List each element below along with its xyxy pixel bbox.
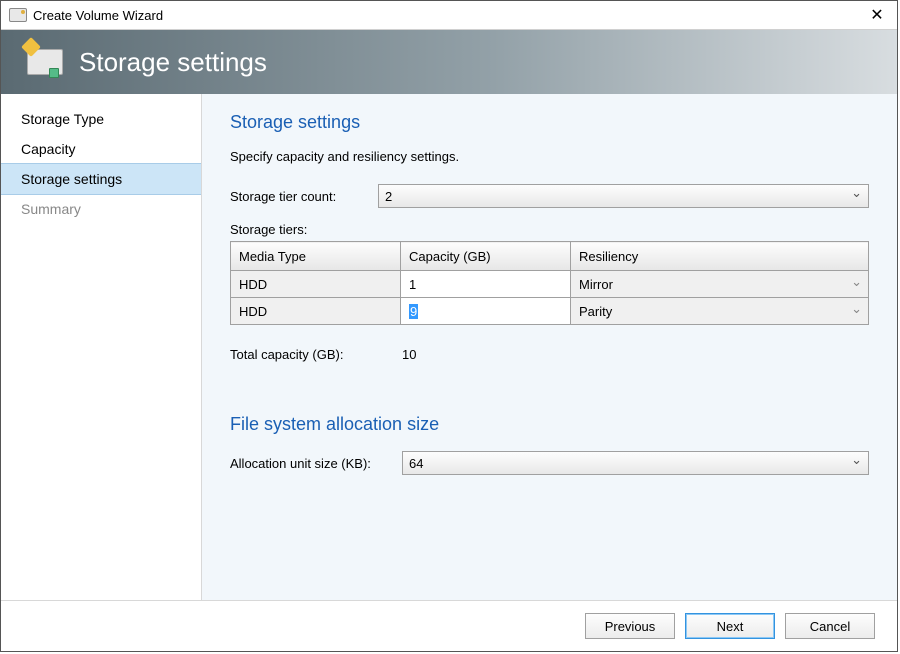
tier-count-label: Storage tier count: — [230, 189, 378, 204]
total-capacity-value: 10 — [402, 347, 416, 362]
titlebar: Create Volume Wizard ✕ — [1, 1, 897, 30]
tier0-capacity-input[interactable] — [401, 271, 570, 297]
app-icon — [9, 8, 27, 22]
tier-row-1: HDD 9 Parity — [231, 298, 869, 325]
storage-tiers-table: Media Type Capacity (GB) Resiliency HDD … — [230, 241, 869, 325]
allocation-unit-select[interactable]: 64 — [402, 451, 869, 475]
main-panel: Storage settings Specify capacity and re… — [202, 94, 897, 600]
cancel-button[interactable]: Cancel — [785, 613, 875, 639]
section-subtitle: Specify capacity and resiliency settings… — [230, 149, 869, 164]
section-heading-storage: Storage settings — [230, 112, 869, 133]
wizard-steps-sidebar: Storage Type Capacity Storage settings S… — [1, 94, 202, 600]
tier0-media: HDD — [231, 271, 401, 298]
tier0-capacity-cell[interactable] — [401, 271, 571, 298]
tier-count-select[interactable]: 2 — [378, 184, 869, 208]
step-storage-type[interactable]: Storage Type — [1, 104, 201, 134]
col-media-type: Media Type — [231, 242, 401, 271]
tier1-capacity-input[interactable]: 9 — [409, 304, 418, 319]
wizard-footer: Previous Next Cancel — [1, 600, 897, 651]
col-resiliency: Resiliency — [571, 242, 869, 271]
col-capacity: Capacity (GB) — [401, 242, 571, 271]
allocation-unit-value: 64 — [409, 456, 423, 471]
banner: Storage settings — [1, 30, 897, 94]
step-capacity[interactable]: Capacity — [1, 134, 201, 164]
tier0-resiliency-select[interactable]: Mirror — [571, 271, 869, 298]
tier-row-0: HDD Mirror — [231, 271, 869, 298]
previous-button[interactable]: Previous — [585, 613, 675, 639]
next-button[interactable]: Next — [685, 613, 775, 639]
close-icon[interactable]: ✕ — [865, 5, 889, 25]
step-summary[interactable]: Summary — [1, 194, 201, 224]
table-header-row: Media Type Capacity (GB) Resiliency — [231, 242, 869, 271]
tier1-media: HDD — [231, 298, 401, 325]
total-capacity-label: Total capacity (GB): — [230, 347, 378, 362]
tiers-label: Storage tiers: — [230, 222, 869, 237]
tier-count-value: 2 — [385, 189, 392, 204]
window-title: Create Volume Wizard — [33, 8, 865, 23]
banner-title: Storage settings — [79, 47, 267, 78]
step-storage-settings[interactable]: Storage settings — [1, 163, 201, 195]
tier1-resiliency-select[interactable]: Parity — [571, 298, 869, 325]
wizard-window: Create Volume Wizard ✕ Storage settings … — [0, 0, 898, 652]
section-heading-allocation: File system allocation size — [230, 414, 869, 435]
allocation-unit-label: Allocation unit size (KB): — [230, 456, 402, 471]
tier1-capacity-cell[interactable]: 9 — [401, 298, 571, 325]
storage-icon — [27, 49, 63, 75]
